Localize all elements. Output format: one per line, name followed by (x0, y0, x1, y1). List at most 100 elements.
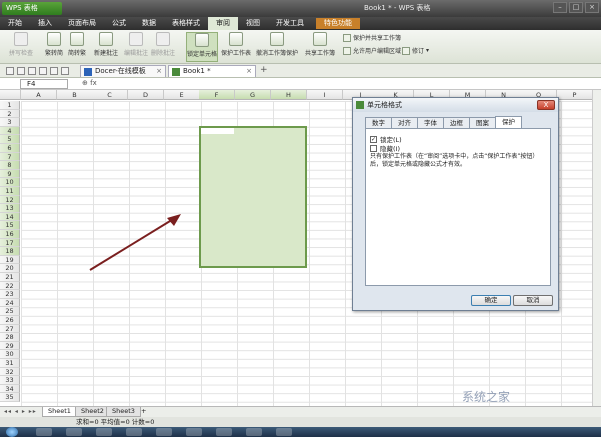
undo-icon[interactable] (50, 67, 58, 75)
tab-book1[interactable]: Book1 * × (168, 65, 256, 77)
row-header[interactable]: 9 (0, 169, 20, 179)
dialog-tab[interactable]: 保护 (495, 116, 522, 128)
ribbon-button[interactable]: 锁定单元格 (186, 32, 218, 62)
ribbon-button[interactable]: 编辑批注 (124, 32, 148, 57)
row-header[interactable]: 13 (0, 204, 20, 213)
minimize-icon[interactable]: – (553, 2, 567, 13)
sheet-tab[interactable]: Sheet1 (42, 407, 77, 417)
row-header[interactable]: 15 (0, 221, 20, 230)
column-header[interactable]: E (164, 90, 200, 100)
ribbon-button[interactable]: 保护工作表 (220, 32, 252, 57)
protect-share-workbook-button[interactable]: 保护并共享工作簿 (343, 33, 401, 42)
row-header[interactable]: 17 (0, 238, 20, 248)
cancel-button[interactable]: 取消 (513, 295, 553, 306)
row-header[interactable]: 24 (0, 298, 20, 308)
menu-item[interactable]: 表格样式 (164, 17, 208, 30)
ribbon-button[interactable]: 共享工作簿 (302, 32, 338, 57)
menu-special-features[interactable]: 特色功能 (316, 18, 360, 29)
menu-item[interactable]: 审阅 (208, 17, 238, 30)
menu-item[interactable]: 公式 (104, 17, 134, 30)
ribbon-button[interactable]: 删除批注 (150, 32, 176, 57)
close-icon[interactable]: × (585, 2, 599, 13)
menu-item[interactable]: 插入 (30, 17, 60, 30)
hidden-checkbox[interactable]: 隐藏(I) (370, 143, 400, 153)
row-header[interactable]: 32 (0, 367, 20, 377)
maximize-icon[interactable]: □ (569, 2, 583, 13)
dialog-tab[interactable]: 对齐 (391, 117, 418, 128)
ribbon-button[interactable]: 新建批注 (92, 32, 120, 57)
column-header[interactable]: P (557, 90, 593, 100)
select-all-corner[interactable] (0, 90, 21, 100)
ribbon-button[interactable]: 繁转简 (44, 32, 64, 57)
open-icon[interactable] (6, 67, 14, 75)
new-tab-icon[interactable]: + (260, 65, 268, 75)
fx-icon[interactable]: fx (90, 79, 97, 87)
column-header[interactable]: I (307, 90, 343, 100)
row-header[interactable]: 7 (0, 152, 20, 162)
row-header[interactable]: 16 (0, 230, 20, 239)
column-header[interactable]: C (92, 90, 128, 100)
start-icon[interactable] (6, 427, 18, 437)
row-header[interactable]: 34 (0, 384, 20, 394)
taskbar-app-icon[interactable] (246, 428, 262, 436)
vertical-scrollbar[interactable] (592, 90, 601, 406)
column-header[interactable]: D (128, 90, 164, 100)
column-header[interactable]: H (271, 90, 307, 100)
menu-item[interactable]: 数据 (134, 17, 164, 30)
row-header[interactable]: 29 (0, 341, 20, 351)
menu-item[interactable]: 开始 (0, 17, 30, 30)
dialog-close-button[interactable]: X (537, 100, 555, 110)
ribbon-button[interactable]: 拼写检查 (4, 32, 38, 57)
column-header[interactable]: G (235, 90, 271, 100)
row-header[interactable]: 19 (0, 255, 20, 265)
checkbox-box[interactable] (370, 144, 377, 152)
taskbar-app-icon[interactable] (276, 428, 292, 436)
sheet-tab[interactable]: Sheet2 (75, 407, 110, 417)
row-header[interactable]: 1 (0, 101, 20, 110)
ribbon-button[interactable]: 简转繁 (66, 32, 88, 57)
row-header[interactable]: 20 (0, 264, 20, 273)
row-header[interactable]: 2 (0, 109, 20, 119)
track-changes-button[interactable]: 修订 ▾ (402, 46, 429, 55)
row-header[interactable]: 33 (0, 376, 20, 385)
allow-edit-ranges-button[interactable]: 允许用户编辑区域 (343, 46, 401, 55)
menu-item[interactable]: 开发工具 (268, 17, 312, 30)
preview-icon[interactable] (39, 67, 47, 75)
name-box[interactable]: F4 (20, 79, 68, 89)
row-header[interactable]: 26 (0, 316, 20, 325)
row-header[interactable]: 23 (0, 290, 20, 299)
save-icon[interactable] (17, 67, 25, 75)
row-header[interactable]: 28 (0, 333, 20, 342)
dialog-tab[interactable]: 图案 (469, 117, 496, 128)
ok-button[interactable]: 确定 (471, 295, 511, 306)
column-header[interactable]: A (21, 90, 57, 100)
menu-item[interactable]: 视图 (238, 17, 268, 30)
row-header[interactable]: 25 (0, 307, 20, 316)
taskbar-app-icon[interactable] (186, 428, 202, 436)
formula-icons[interactable]: ⊕ fx (82, 79, 97, 87)
zoom-icon[interactable]: ⊕ (82, 79, 88, 87)
row-header[interactable]: 21 (0, 273, 20, 282)
row-header[interactable]: 11 (0, 187, 20, 196)
dialog-tab[interactable]: 字体 (417, 117, 444, 128)
taskbar-app-icon[interactable] (66, 428, 82, 436)
dialog-tab[interactable]: 边框 (443, 117, 470, 128)
checkbox-box[interactable]: ✓ (370, 135, 377, 143)
redo-icon[interactable] (61, 67, 69, 75)
row-header[interactable]: 18 (0, 247, 20, 256)
row-header[interactable]: 6 (0, 144, 20, 153)
app-menu-button[interactable]: WPS 表格 (2, 2, 62, 15)
row-header[interactable]: 27 (0, 324, 20, 334)
row-header[interactable]: 14 (0, 212, 20, 222)
taskbar-app-icon[interactable] (126, 428, 142, 436)
menu-item[interactable]: 页面布局 (60, 17, 104, 30)
sheet-nav-arrows[interactable]: ◂◂ ◂ ▸ ▸▸ (4, 408, 37, 415)
row-header[interactable]: 12 (0, 195, 20, 205)
column-header[interactable]: B (57, 90, 93, 100)
row-header[interactable]: 8 (0, 161, 20, 170)
row-header[interactable]: 3 (0, 118, 20, 127)
selected-range[interactable] (199, 126, 307, 268)
row-header[interactable]: 10 (0, 178, 20, 187)
sheet-tab[interactable]: Sheet3 (106, 407, 141, 417)
taskbar-app-icon[interactable] (96, 428, 112, 436)
